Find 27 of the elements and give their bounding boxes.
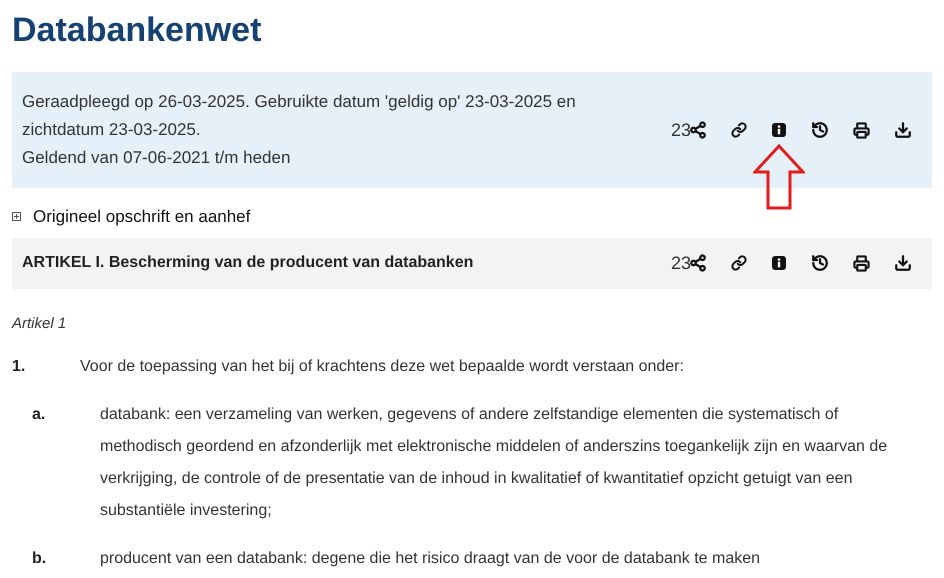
item-number: b. <box>32 549 48 569</box>
share-icon[interactable] <box>689 121 707 139</box>
download-icon[interactable] <box>894 254 912 272</box>
history-icon[interactable] <box>811 254 829 272</box>
share-count: 23 <box>670 252 691 274</box>
item-number: 1. <box>12 357 26 377</box>
print-icon[interactable] <box>853 254 870 272</box>
print-icon[interactable] <box>853 122 870 138</box>
history-icon[interactable] <box>811 121 829 139</box>
info-icon[interactable] <box>771 255 787 271</box>
share-icon[interactable] <box>689 254 707 272</box>
page-title: Databankenwet <box>12 10 262 51</box>
article-text: producent van een databank: degene die het risico draagt van de voor de databank te maken <box>100 549 760 569</box>
arrow-annotation-drawing <box>753 144 805 210</box>
download-icon[interactable] <box>894 121 912 139</box>
link-icon[interactable] <box>731 255 747 271</box>
article-text: Voor de toepassing van het bij of krachtens deze wet bepaalde wordt verstaan onder: <box>80 357 684 377</box>
info-text: Geldend van 07-06-2021 t/m heden <box>22 147 292 169</box>
info-text: Geraadpleegd op 26-03-2025. Gebruikte datum 'geldig op' 23-03-2025 en zichtdatum 23-03-2025. <box>22 91 577 141</box>
section-heading: ARTIKEL I. Bescherming van de producent van databanken <box>22 253 474 273</box>
link-icon[interactable] <box>731 122 747 138</box>
info-icon[interactable] <box>771 122 787 138</box>
share-count: 23 <box>670 118 691 142</box>
collapsible-toggle[interactable]: Origineel opschrift en aanhef <box>12 204 250 230</box>
item-number: a. <box>32 405 46 425</box>
article-text: databank: een verzameling van werken, gegevens of andere zelfstandige elementen die systematisch of methodisch geordend en afzonderlijk met elektronische middelen of anderszins toegankelijk zijn en waarvan de verkrijging, de controle of de presentatie van de inhoud in kwalitatief of kwantitatief opzicht getuigt van een substantiële investering; <box>100 405 888 521</box>
article-label: Artikel 1 <box>12 314 68 334</box>
